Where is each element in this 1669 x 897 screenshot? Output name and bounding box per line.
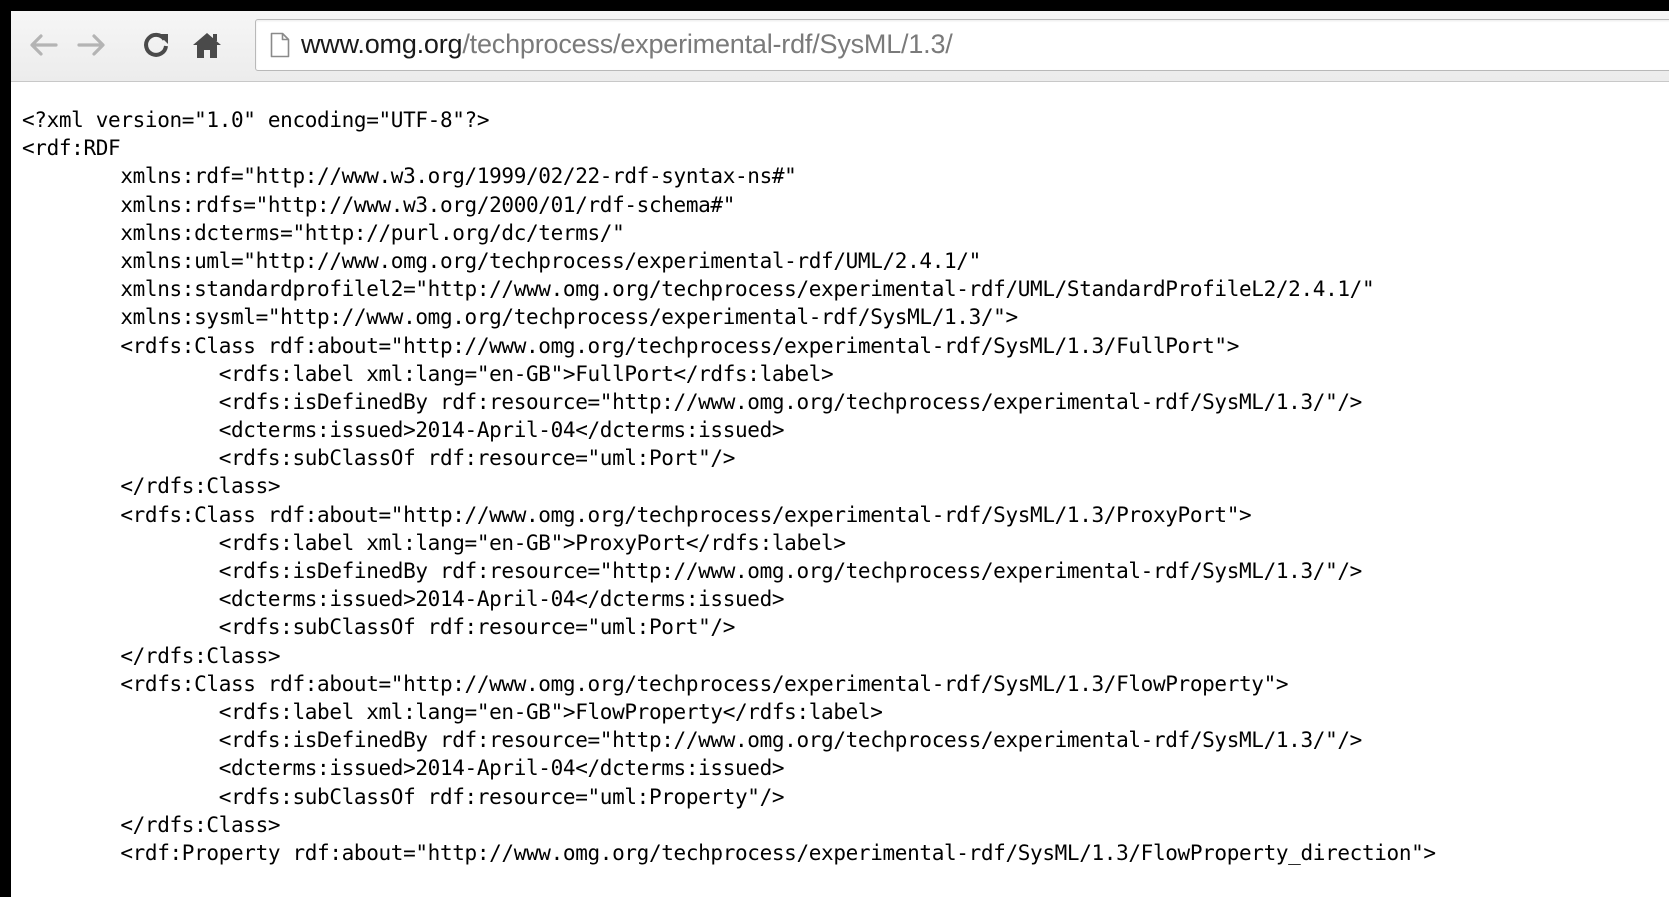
source-line: xmlns:dcterms="http://purl.org/dc/terms/… [22,220,625,245]
reload-icon [144,32,168,57]
back-button[interactable] [25,25,61,65]
source-line: xmlns:sysml="http://www.omg.org/techproc… [22,305,1018,330]
forward-button[interactable] [74,25,110,65]
source-line: <rdfs:subClassOf rdf:resource="uml:Port"… [22,446,736,471]
source-line: xmlns:standardprofilel2="http://www.omg.… [22,277,1375,302]
source-line: <rdfs:isDefinedBy rdf:resource="http://w… [22,559,1363,583]
url-path: /techprocess/experimental-rdf/SysML/1.3/ [462,29,953,59]
home-button[interactable] [189,25,225,65]
source-line: <rdfs:Class rdf:about="http://www.omg.or… [22,671,1289,696]
browser-window: www.omg.org/techprocess/experimental-rdf… [0,0,1669,897]
reload-button[interactable] [138,25,174,65]
source-line: <rdf:Property rdf:about="http://www.omg.… [22,840,1436,865]
source-line: <rdfs:subClassOf rdf:resource="uml:Port"… [22,615,736,640]
back-arrow-icon [30,34,58,56]
page-icon [270,32,290,58]
source-line: <rdfs:isDefinedBy rdf:resource="http://w… [22,389,1363,414]
source-line: <rdf:RDF [22,136,121,161]
source-line: <?xml version="1.0" encoding="UTF-8"?> [22,108,490,132]
source-line: <rdfs:label xml:lang="en-GB">ProxyPort</… [22,530,846,555]
source-line: xmlns:rdfs="http://www.w3.org/2000/01/rd… [22,192,735,217]
url-text[interactable]: www.omg.org/techprocess/experimental-rdf… [301,29,953,60]
source-line: <rdfs:isDefinedBy rdf:resource="http://w… [22,728,1363,753]
xml-source: <?xml version="1.0" encoding="UTF-8"?> <r… [22,106,1669,867]
source-line: xmlns:rdf="http://www.w3.org/1999/02/22-… [22,164,797,189]
browser-toolbar: www.omg.org/techprocess/experimental-rdf… [11,11,1669,82]
source-line: <dcterms:issued>2014-April-04</dcterms:i… [22,756,785,781]
page-content: <?xml version="1.0" encoding="UTF-8"?> <r… [22,106,1669,897]
address-bar[interactable]: www.omg.org/techprocess/experimental-rdf… [255,19,1669,71]
source-line: <rdfs:label xml:lang="en-GB">FullPort</r… [22,361,834,386]
source-line: <rdfs:label xml:lang="en-GB">FlowPropert… [22,699,883,724]
source-line: </rdfs:Class> [22,474,281,499]
source-line: xmlns:uml="http://www.omg.org/techproces… [22,248,981,273]
source-line: </rdfs:Class> [22,643,281,668]
source-line: <dcterms:issued>2014-April-04</dcterms:i… [22,418,785,443]
url-host: www.omg.org [301,29,463,59]
source-line: <dcterms:issued>2014-April-04</dcterms:i… [22,587,785,612]
source-line: <rdfs:Class rdf:about="http://www.omg.or… [22,333,1240,358]
source-line: <rdfs:Class rdf:about="http://www.omg.or… [22,502,1252,527]
source-line: <rdfs:subClassOf rdf:resource="uml:Prope… [22,784,785,809]
source-line: </rdfs:Class> [22,812,281,837]
forward-arrow-icon [77,34,105,56]
home-icon [193,33,221,58]
